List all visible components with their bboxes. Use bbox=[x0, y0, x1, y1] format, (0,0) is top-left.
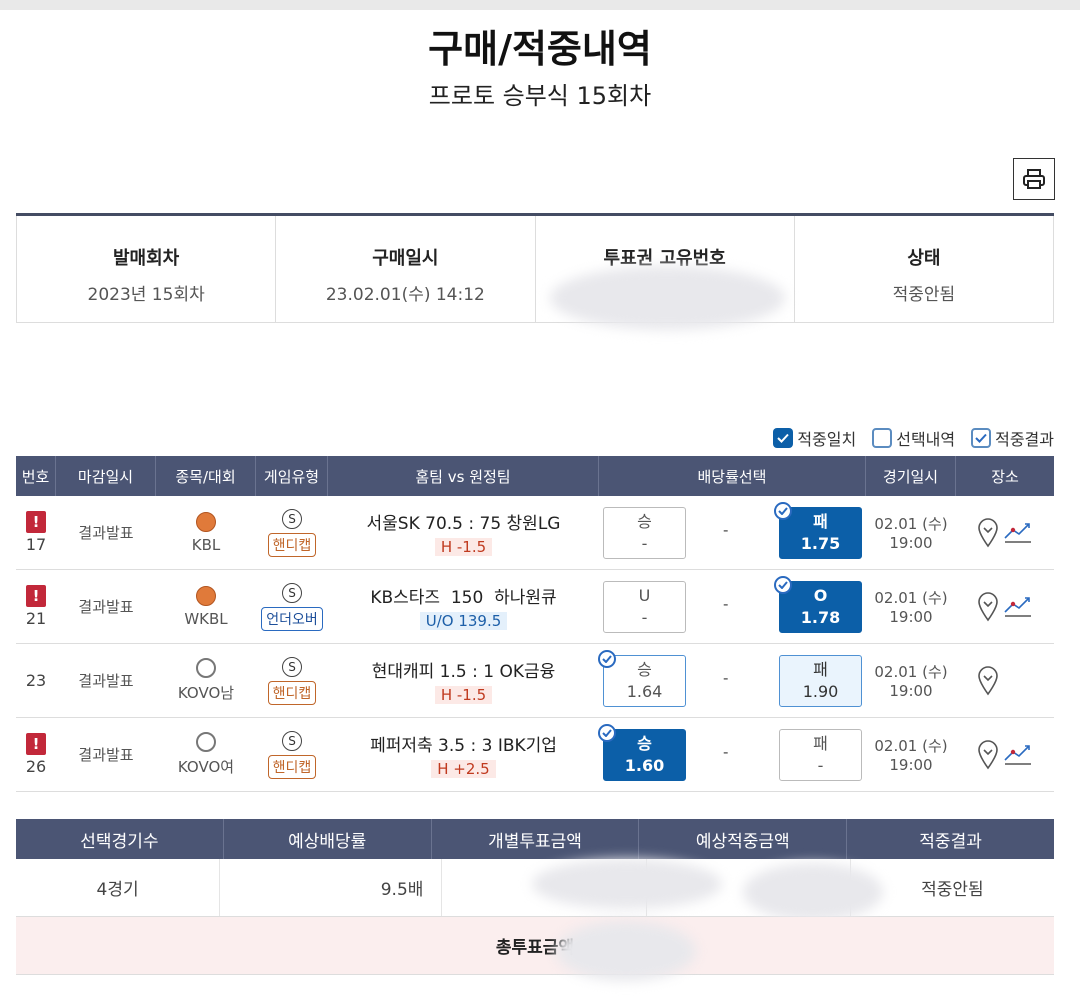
odds-cell: U - - O 1.78 bbox=[599, 570, 866, 643]
teams-score: 페퍼저축 3.5 : 3 IBK기업 bbox=[370, 736, 557, 756]
table-row: ! 26 결과발표 KOVO여 S 핸디캡 페퍼저축 3.5 : 3 IBK기업… bbox=[16, 718, 1054, 792]
games-table: 번호 마감일시 종목/대회 게임유형 홈팀 vs 원정팀 배당률선택 경기일시 … bbox=[16, 456, 1054, 792]
check-icon bbox=[598, 650, 616, 668]
legend-hit-result[interactable]: 적중결과 bbox=[971, 426, 1054, 450]
page-subtitle: 프로토 승부식 15회차 bbox=[428, 82, 652, 110]
odds-right-button[interactable]: 패 1.75 bbox=[774, 502, 862, 559]
s-circle-icon: S bbox=[282, 656, 302, 677]
odds-right-button[interactable]: 패 1.90 bbox=[779, 655, 862, 707]
odds-left-button[interactable]: 승 - bbox=[603, 507, 686, 559]
legend-selection[interactable]: 선택내역 bbox=[872, 426, 955, 450]
stats-chart-icon[interactable] bbox=[1003, 594, 1033, 620]
checkbox-outline-check-icon bbox=[971, 428, 992, 448]
volleyball-icon bbox=[196, 658, 216, 678]
s-circle-icon: S bbox=[282, 730, 302, 751]
checkbox-empty-icon bbox=[872, 428, 893, 448]
stats-chart-icon[interactable] bbox=[1003, 520, 1033, 546]
check-icon bbox=[774, 576, 792, 594]
check-icon bbox=[598, 724, 616, 742]
info-purchase-date: 구매일시 23.02.01(수) 14:12 bbox=[276, 216, 536, 322]
teams-score: 현대캐피 1.5 : 1 OK금융 bbox=[371, 662, 556, 682]
stats-chart-icon[interactable] bbox=[1003, 742, 1033, 768]
summary-row: 4경기 9.5배 적중안됨 bbox=[16, 859, 1054, 921]
info-ticket-id: 투표권 고유번호 bbox=[536, 216, 795, 330]
s-circle-icon: S bbox=[282, 582, 302, 603]
handicap-label: H +2.5 bbox=[431, 760, 496, 778]
teams-score: 서울SK 70.5 : 75 창원LG bbox=[366, 514, 561, 534]
page-title: 구매/적중내역 bbox=[428, 27, 652, 71]
game-type-badge: 핸디캡 bbox=[267, 680, 317, 705]
basketball-icon bbox=[196, 511, 216, 532]
printer-icon bbox=[1023, 169, 1045, 189]
basketball-icon bbox=[196, 585, 216, 606]
s-circle-icon: S bbox=[282, 508, 302, 529]
odds-left-button[interactable]: U - bbox=[603, 581, 686, 633]
summary-header: 선택경기수 예상배당률 개별투표금액 예상적중금액 적중결과 bbox=[16, 819, 1054, 859]
warning-icon: ! bbox=[26, 733, 46, 755]
odds-cell: 승 1.64 - 패 1.90 bbox=[598, 644, 866, 717]
odds-left-button[interactable]: 승 1.64 bbox=[598, 650, 686, 707]
redaction-blur bbox=[556, 921, 696, 981]
redaction-blur bbox=[549, 266, 785, 330]
legend: 적중일치 선택내역 적중결과 bbox=[763, 426, 1054, 450]
game-type-badge: 핸디캡 bbox=[267, 754, 317, 779]
info-status: 상태 적중안됨 bbox=[795, 216, 1054, 322]
check-icon bbox=[774, 502, 792, 520]
game-type-badge: 언더오버 bbox=[261, 606, 323, 631]
handicap-label: H -1.5 bbox=[434, 686, 493, 704]
teams-score: KB스타즈 150 하나원큐 bbox=[370, 588, 557, 608]
location-pin-icon[interactable] bbox=[977, 517, 999, 548]
location-pin-icon[interactable] bbox=[977, 665, 999, 696]
location-pin-icon[interactable] bbox=[977, 739, 999, 770]
handicap-label: U/O 139.5 bbox=[419, 612, 508, 630]
legend-hit-match[interactable]: 적중일치 bbox=[773, 426, 856, 450]
checkbox-checked-icon bbox=[773, 428, 794, 448]
table-row: ! 17 결과발표 KBL S 핸디캡 서울SK 70.5 : 75 창원LG … bbox=[16, 496, 1054, 570]
warning-icon: ! bbox=[26, 511, 46, 533]
warning-icon: ! bbox=[26, 585, 46, 607]
purchase-info-panel: 발매회차 2023년 15회차 구매일시 23.02.01(수) 14:12 투… bbox=[16, 213, 1054, 330]
summary-table: 선택경기수 예상배당률 개별투표금액 예상적중금액 적중결과 4경기 9.5배 … bbox=[16, 819, 1054, 981]
table-row: 23 결과발표 KOVO남 S 핸디캡 현대캐피 1.5 : 1 OK금융 H … bbox=[16, 644, 1054, 718]
odds-left-button[interactable]: 승 1.60 bbox=[598, 724, 686, 781]
top-bar bbox=[0, 0, 1080, 10]
print-button[interactable] bbox=[1013, 158, 1055, 200]
odds-right-button[interactable]: O 1.78 bbox=[774, 576, 862, 633]
table-row: ! 21 결과발표 WKBL S 언더오버 KB스타즈 150 하나원큐 U/O… bbox=[16, 570, 1054, 644]
total-bet-row: 총투표금액 bbox=[16, 917, 1054, 981]
games-table-header: 번호 마감일시 종목/대회 게임유형 홈팀 vs 원정팀 배당률선택 경기일시 … bbox=[16, 456, 1054, 496]
odds-cell: 승 1.60 - 패 - bbox=[598, 718, 866, 791]
info-round: 발매회차 2023년 15회차 bbox=[16, 216, 277, 322]
volleyball-icon bbox=[196, 732, 216, 752]
odds-right-button[interactable]: 패 - bbox=[779, 729, 862, 781]
handicap-label: H -1.5 bbox=[434, 538, 493, 556]
odds-cell: 승 - - 패 1.75 bbox=[599, 496, 866, 569]
location-pin-icon[interactable] bbox=[977, 591, 999, 622]
game-type-badge: 핸디캡 bbox=[267, 532, 317, 557]
